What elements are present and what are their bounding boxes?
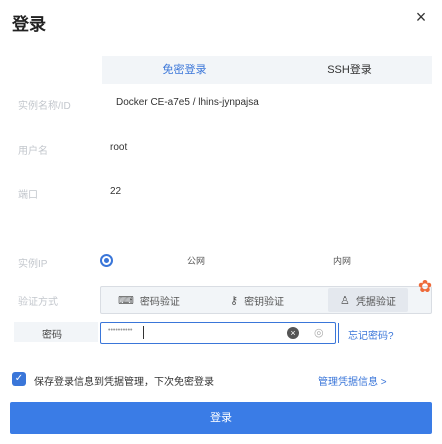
input-divider <box>338 323 339 343</box>
key-icon: ⚷ <box>230 295 239 307</box>
password-mask: •••••••••• <box>108 327 133 334</box>
save-credentials-text: 保存登录信息到凭据管理，下次免密登录 <box>34 377 214 388</box>
tab-ssh[interactable]: SSH登录 <box>267 56 432 84</box>
password-input[interactable] <box>100 322 336 344</box>
dialog-title: 登录 <box>12 15 46 34</box>
ip-public-radio[interactable] <box>100 254 113 267</box>
ip-option-public[interactable]: 公网 <box>187 254 205 267</box>
close-icon[interactable]: × <box>412 8 430 26</box>
port-label: 端口 <box>18 190 38 201</box>
password-label: 密码 <box>42 330 62 341</box>
save-credentials-checkbox[interactable]: ✓ <box>12 372 26 386</box>
login-button[interactable]: 登录 <box>10 402 432 434</box>
auth-option-password[interactable]: ⌨ 密码验证 <box>118 293 180 308</box>
login-dialog: 登录 × 免密登录 SSH登录 实例名称/ID Docker CE-a7e5 /… <box>0 0 442 444</box>
tab-passwordless[interactable]: 免密登录 <box>102 56 267 84</box>
port-value: 22 <box>110 186 122 197</box>
forgot-password-link[interactable]: 忘记密码? <box>348 327 394 342</box>
auth-option-key[interactable]: ⚷ 密钥验证 <box>230 293 284 308</box>
eye-icon[interactable]: ◎ <box>314 326 324 339</box>
instance-value: Docker CE-a7e5 / lhins-jynpajsa <box>116 97 259 108</box>
text-caret <box>143 326 144 339</box>
username-label: 用户名 <box>18 146 48 157</box>
instance-label: 实例名称/ID <box>18 101 71 112</box>
manage-credentials-link[interactable]: 管理凭据信息 > <box>318 373 387 388</box>
username-value: root <box>110 142 128 153</box>
login-tabs: 免密登录 SSH登录 <box>102 56 432 84</box>
user-icon: ♙ <box>340 294 350 307</box>
ip-option-private[interactable]: 内网 <box>333 254 351 267</box>
auth-option-credential[interactable]: ♙ 凭据验证 <box>328 288 408 312</box>
gear-warning-icon[interactable]: ✿ <box>416 278 434 296</box>
ip-label: 实例IP <box>18 259 48 270</box>
auth-label: 验证方式 <box>18 297 58 308</box>
clear-icon[interactable]: × <box>287 327 299 339</box>
keyboard-icon: ⌨ <box>118 295 134 307</box>
